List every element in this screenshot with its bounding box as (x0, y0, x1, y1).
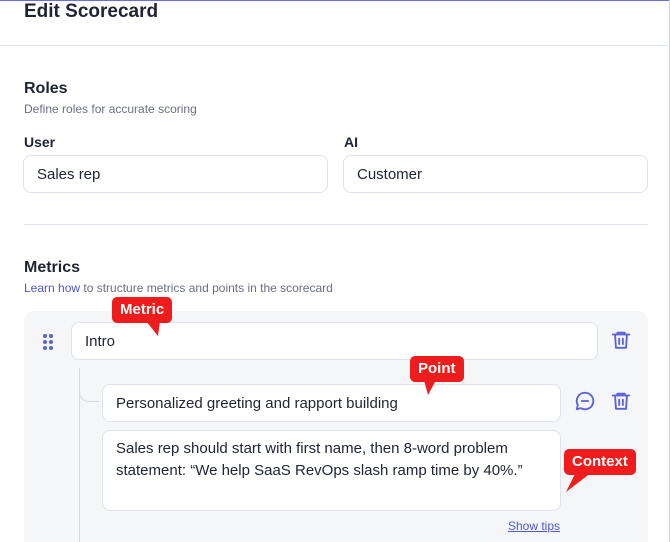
point-input[interactable] (102, 384, 561, 422)
roles-subtitle: Define roles for accurate scoring (24, 102, 197, 116)
user-role-input[interactable] (23, 155, 328, 193)
drag-handle-icon[interactable] (42, 333, 54, 351)
roles-title: Roles (24, 80, 68, 97)
point-callout-tail (424, 380, 436, 395)
point-context-textarea[interactable]: Sales rep should start with first name, … (102, 430, 561, 511)
page-title: Edit Scorecard (24, 1, 159, 22)
metrics-subtitle: Learn how to structure metrics and point… (24, 281, 333, 295)
learn-how-link[interactable]: Learn how (24, 281, 80, 295)
ai-role-label: AI (344, 134, 358, 150)
user-role-label: User (24, 134, 56, 150)
delete-metric-button[interactable] (610, 329, 632, 351)
metric-callout-tail (146, 321, 160, 336)
metric-callout: Metric (112, 297, 173, 323)
show-tips-link[interactable]: Show tips (508, 519, 560, 533)
tree-connector-branch (79, 370, 99, 402)
ai-role-input[interactable] (343, 155, 648, 193)
trash-icon (611, 331, 631, 349)
trash-icon (611, 392, 631, 410)
delete-point-button[interactable] (610, 390, 632, 412)
point-callout: Point (410, 356, 464, 382)
metrics-title: Metrics (24, 259, 81, 276)
comment-icon (575, 391, 595, 411)
metrics-subtitle-text: to structure metrics and points in the s… (80, 281, 333, 295)
section-divider (24, 224, 648, 225)
header-divider (0, 45, 670, 46)
add-context-button[interactable] (574, 390, 596, 412)
context-callout-tail (566, 472, 592, 492)
